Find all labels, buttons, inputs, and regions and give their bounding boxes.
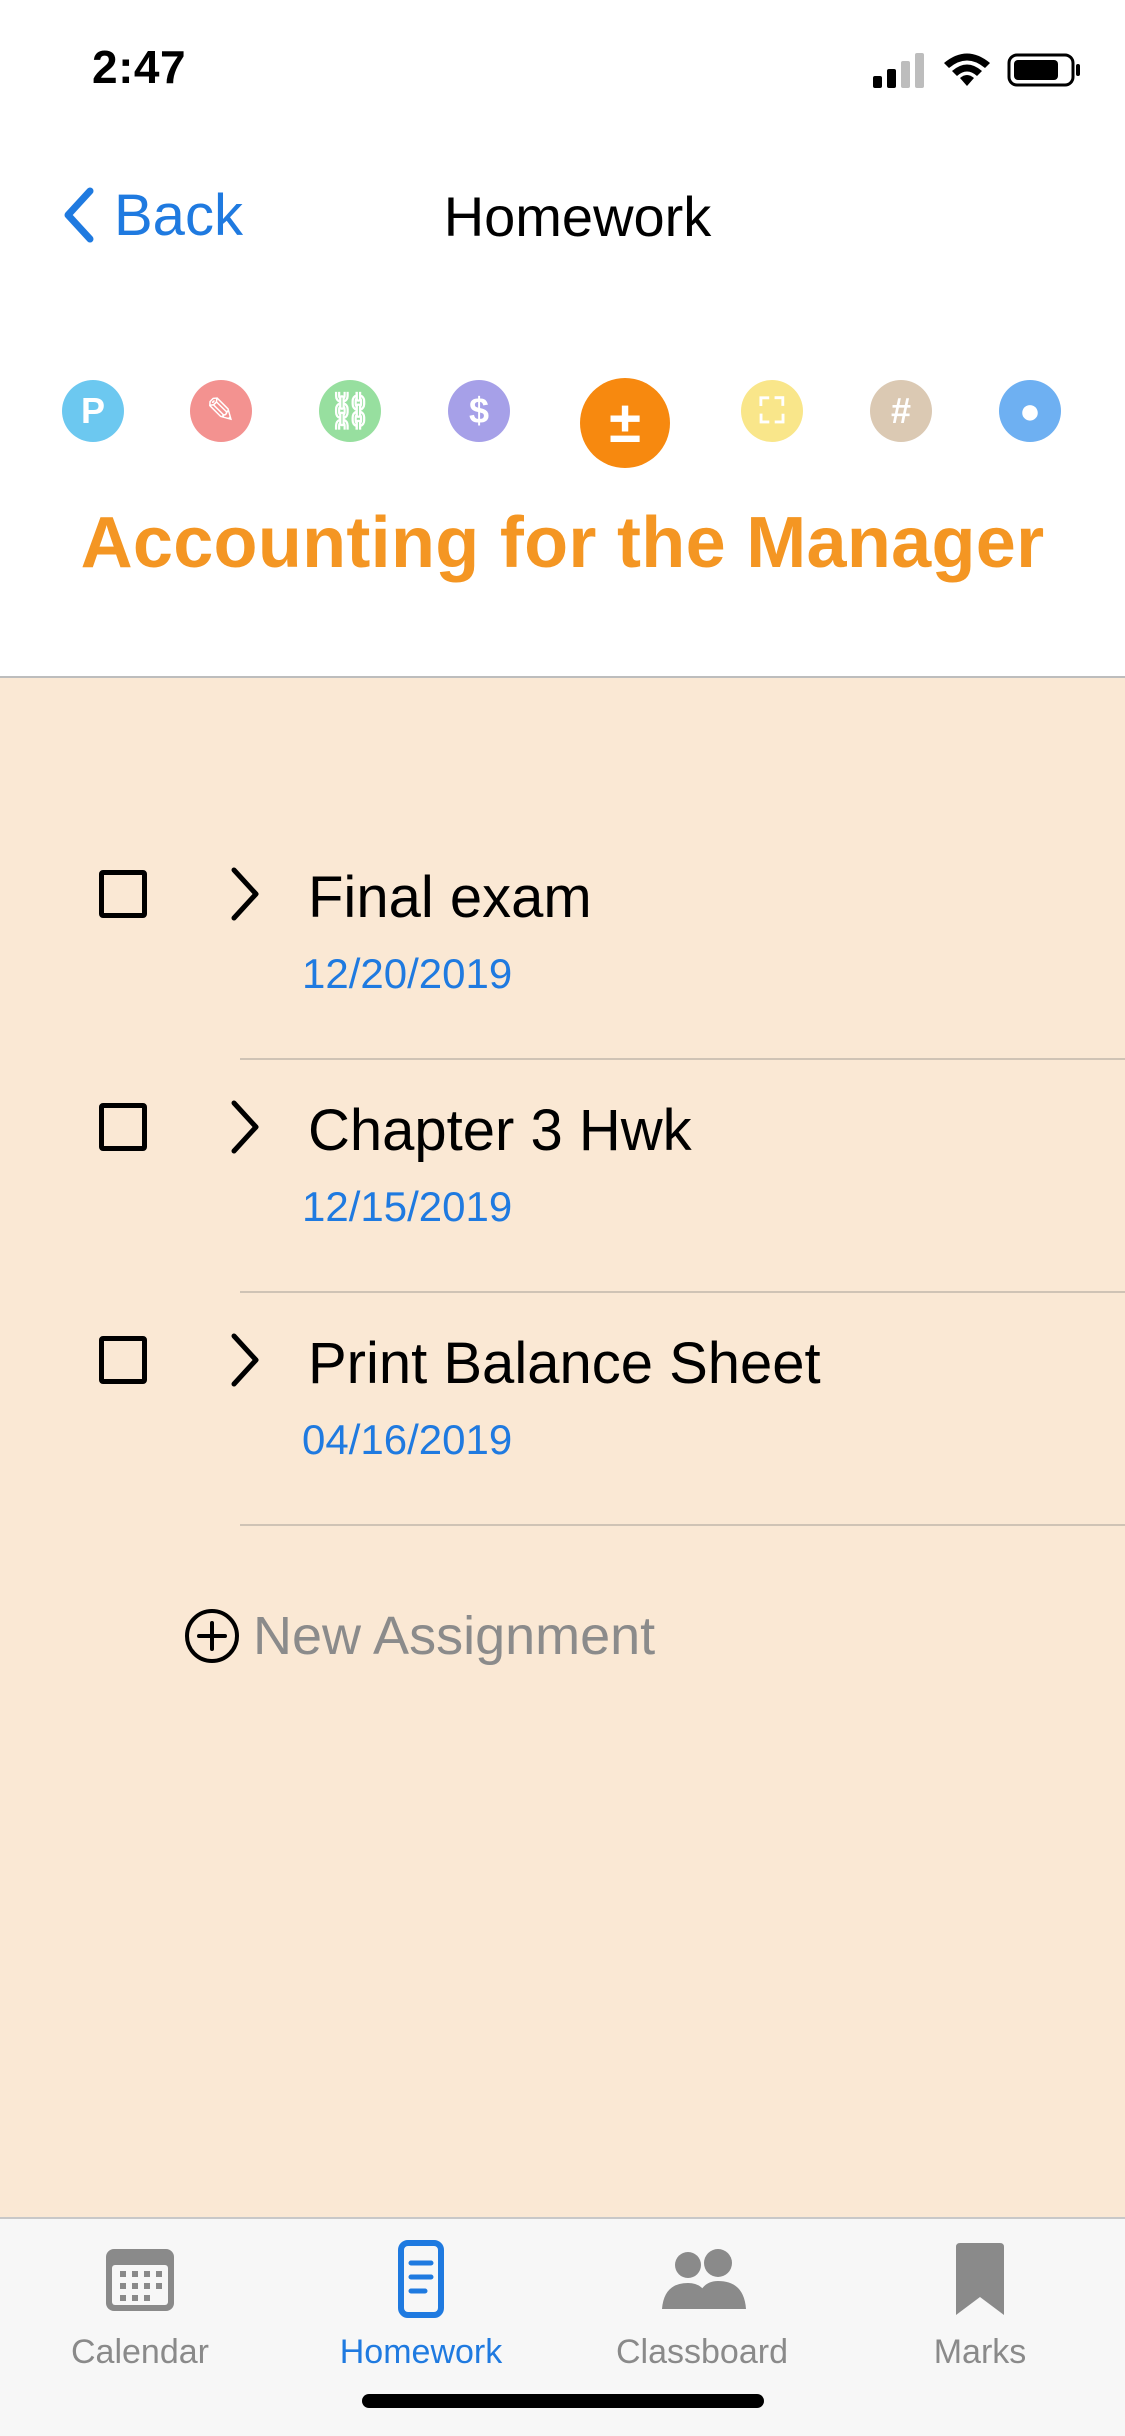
navigation-bar: Back Homework [0,170,1125,260]
chevron-right-icon[interactable] [224,864,264,924]
color-option-scan[interactable]: ⛶ [741,380,803,442]
course-color-picker: P ✎ ⛓ $ ± ⛶ # ● [0,370,1125,490]
link-icon: ⛓ [327,390,373,431]
battery-icon [1007,53,1080,87]
assignment-title: Final exam [308,865,592,930]
new-assignment-button[interactable]: New Assignment [183,1600,655,1672]
assignment-title: Print Balance Sheet [308,1331,821,1396]
assignment-checkbox[interactable] [99,870,147,918]
tab-classboard-label: Classboard [616,2333,788,2371]
scan-icon: ⛶ [759,390,785,431]
dollar-icon: $ [468,390,490,431]
assignment-due-date: 04/16/2019 [302,1416,513,1463]
course-title: Accounting for the Manager [80,503,1045,583]
row-divider [240,1291,1125,1293]
tab-homework-label: Homework [339,2333,503,2371]
row-divider [240,1058,1125,1060]
assignment-row[interactable]: Chapter 3 Hwk 12/15/2019 [0,1061,1125,1293]
calendar-icon [106,2249,174,2311]
color-option-hash[interactable]: # [870,380,932,442]
tab-homework[interactable]: Homework [296,2239,546,2389]
assignment-title: Chapter 3 Hwk [308,1098,692,1163]
plus-circle-icon [185,1609,239,1663]
p-icon: P [80,390,105,431]
chevron-right-icon[interactable] [224,1330,264,1390]
assignment-due-date: 12/15/2019 [302,1183,513,1230]
plus-minus-icon: ± [609,390,641,455]
home-indicator [362,2394,764,2408]
homework-icon [398,2240,444,2318]
classboard-icon [662,2249,746,2309]
status-bar: 2:47 [0,0,1125,140]
assignment-checkbox[interactable] [99,1103,147,1151]
color-option-p[interactable]: P [62,380,124,442]
color-option-dollar[interactable]: $ [448,380,510,442]
tab-calendar-label: Calendar [71,2333,209,2371]
assignment-due-date: 12/20/2019 [302,950,513,997]
new-assignment-label: New Assignment [253,1606,656,1666]
assignment-row[interactable]: Print Balance Sheet 04/16/2019 [0,1294,1125,1526]
pencil-icon: ✎ [205,390,237,431]
row-divider [240,1524,1125,1526]
tab-marks[interactable]: Marks [855,2239,1105,2389]
status-icons [871,48,1083,92]
wifi-icon [944,53,990,86]
assignment-checkbox[interactable] [99,1336,147,1384]
color-option-plus-minus[interactable]: ± [580,378,670,468]
tab-classboard[interactable]: Classboard [577,2239,827,2389]
assignment-row[interactable]: Final exam 12/20/2019 [0,828,1125,1060]
hash-icon: # [890,390,912,431]
chevron-right-icon[interactable] [224,1097,264,1157]
person-icon: ● [1019,390,1041,431]
color-option-link[interactable]: ⛓ [319,380,381,442]
tab-marks-label: Marks [933,2333,1027,2371]
assignments-list: Final exam 12/20/2019 Chapter 3 Hwk 12/1… [0,678,1125,2218]
status-time: 2:47 [92,41,187,93]
page-title: Homework [443,185,712,248]
color-option-person[interactable]: ● [999,380,1061,442]
bookmark-icon [956,2243,1004,2315]
color-option-pencil[interactable]: ✎ [190,380,252,442]
cellular-signal-icon [873,53,924,88]
tab-calendar[interactable]: Calendar [15,2239,265,2389]
